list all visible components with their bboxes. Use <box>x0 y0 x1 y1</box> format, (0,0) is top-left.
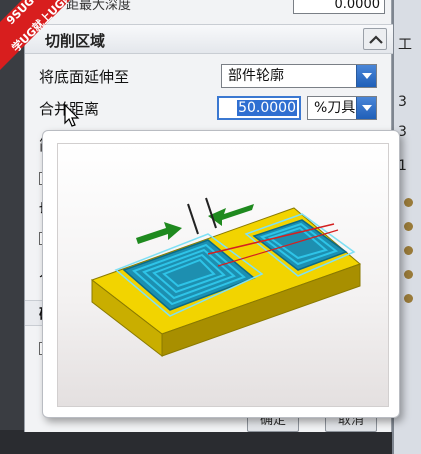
tree-node-icon[interactable] <box>404 198 413 207</box>
merge-distance-unit: %刀具 <box>314 100 356 116</box>
site-watermark: 9SUG 学UG就上UG网 <box>0 0 90 80</box>
top-field-input[interactable]: 0.0000 <box>293 0 385 14</box>
dropdown-arrow[interactable] <box>356 65 376 87</box>
dropdown-arrow[interactable] <box>356 97 376 119</box>
tree-node-icon[interactable] <box>404 270 413 279</box>
tooltip-illustration <box>57 143 389 407</box>
merge-distance-input[interactable]: 50.0000 <box>217 96 301 120</box>
extend-floor-value: 部件轮廓 <box>228 68 284 84</box>
collapse-button[interactable] <box>363 28 387 50</box>
toolpath-illustration <box>90 197 361 358</box>
chevron-down-icon <box>362 73 372 79</box>
merge-distance-unit-select[interactable]: %刀具 <box>307 96 377 120</box>
tree-node-icon[interactable] <box>404 222 413 231</box>
mouse-cursor-icon <box>64 104 80 127</box>
chevron-up-icon <box>369 35 383 44</box>
tree-node-icon[interactable] <box>404 294 413 303</box>
merge-distance-value: 50.0000 <box>237 100 297 116</box>
merge-distance-tooltip <box>42 130 400 418</box>
side-panel-text: 工 <box>398 37 412 53</box>
side-panel-text: 3 <box>398 94 407 110</box>
extend-floor-select[interactable]: 部件轮廓 <box>221 64 377 88</box>
tree-node-icon[interactable] <box>404 246 413 255</box>
desktop-backdrop-bottom <box>0 430 421 454</box>
chevron-down-icon <box>362 105 372 111</box>
